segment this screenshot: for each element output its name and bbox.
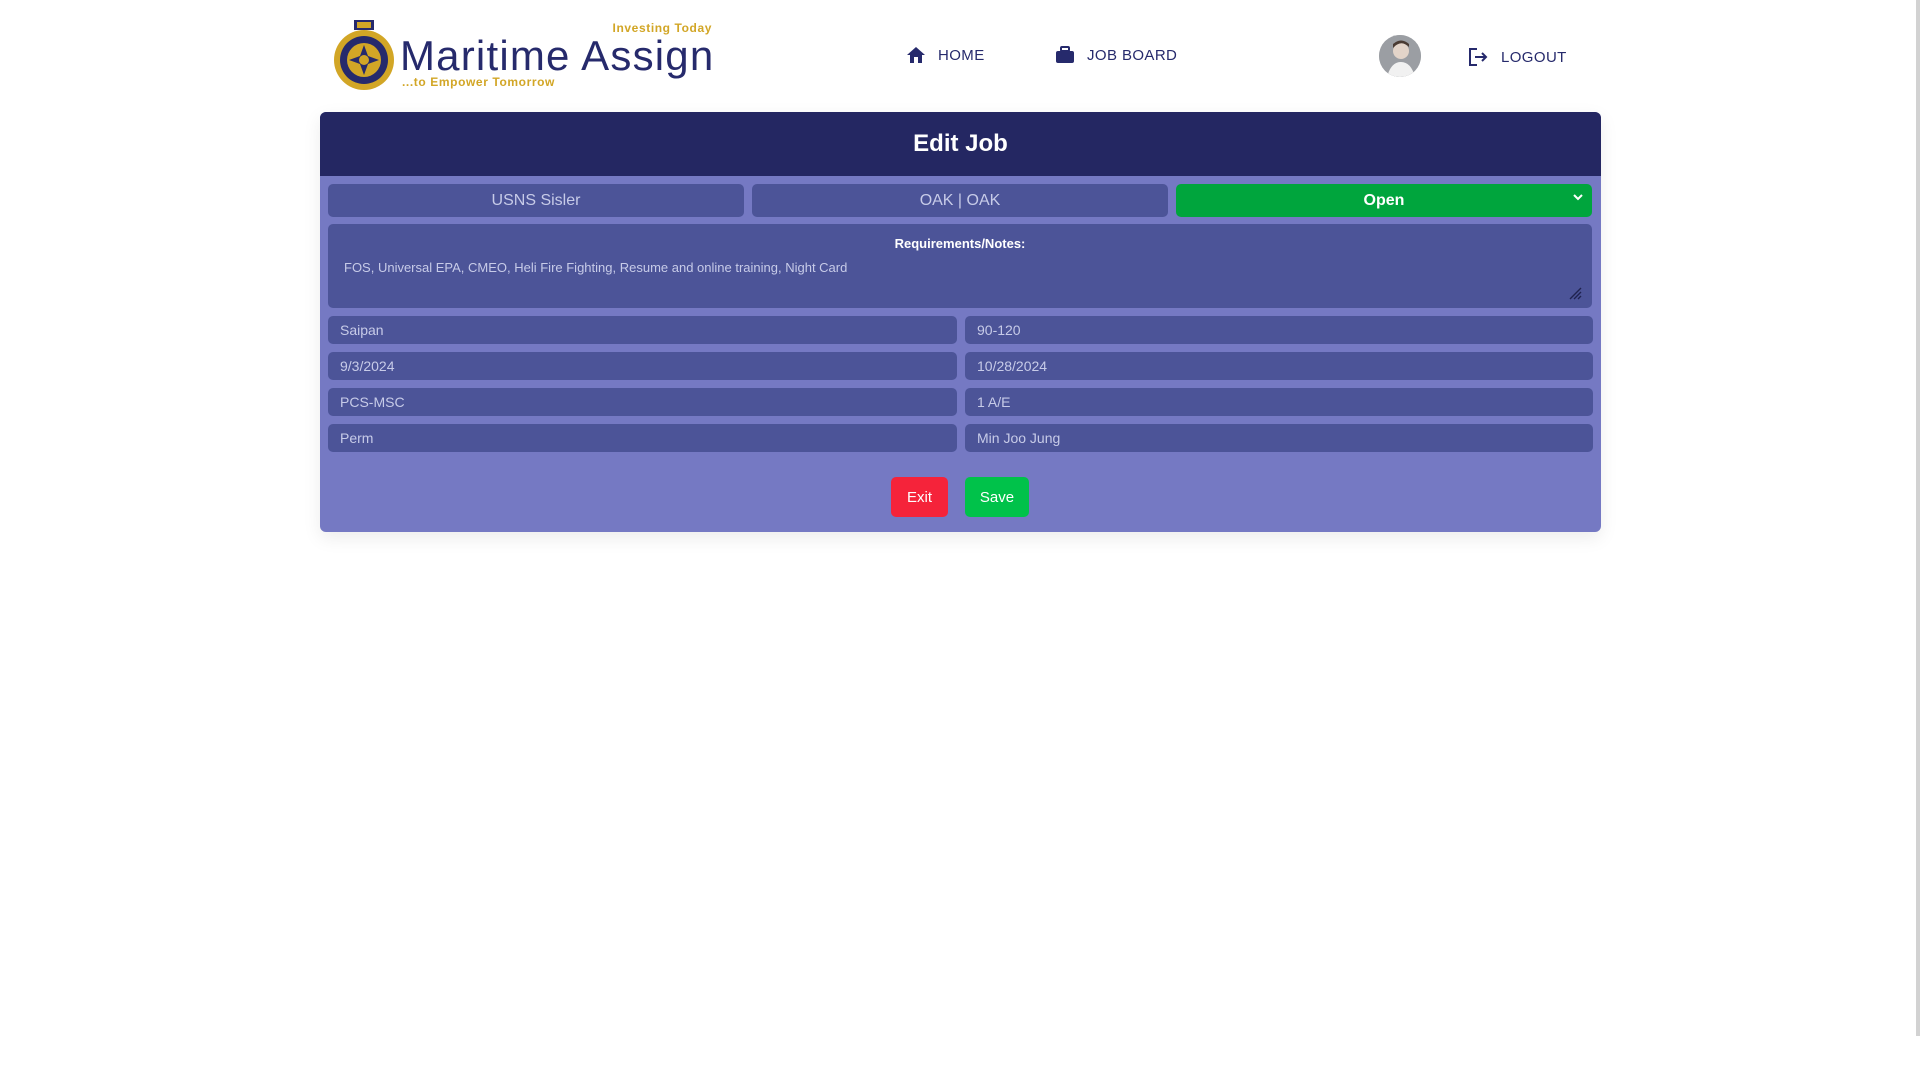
job-type-field[interactable]: PCS-MSC bbox=[328, 388, 957, 416]
status-select[interactable]: Open bbox=[1176, 184, 1592, 217]
resize-handle-icon[interactable] bbox=[1568, 286, 1582, 300]
port-field[interactable]: OAK | OAK bbox=[752, 184, 1168, 217]
nav-job-board-label: JOB BOARD bbox=[1087, 46, 1178, 64]
brand-logo[interactable]: Investing Today Maritime Assign ...to Em… bbox=[332, 18, 715, 94]
assignee-field[interactable]: Min Joo Jung bbox=[965, 424, 1593, 452]
page-title: Edit Job bbox=[913, 130, 1008, 157]
save-button[interactable]: Save bbox=[965, 477, 1029, 517]
chevron-down-icon bbox=[1573, 194, 1583, 201]
requirements-notes-field[interactable]: Requirements/Notes: FOS, Universal EPA, … bbox=[328, 224, 1592, 308]
nav-logout-label: LOGOUT bbox=[1501, 48, 1567, 66]
end-date-field[interactable]: 10/28/2024 bbox=[965, 352, 1593, 380]
scrollbar[interactable] bbox=[1916, 0, 1920, 1036]
edit-job-card: Edit Job USNS Sisler OAK | OAK Open Requ… bbox=[320, 112, 1601, 532]
home-icon bbox=[907, 47, 925, 63]
position-field[interactable]: 1 A/E bbox=[965, 388, 1593, 416]
user-avatar-icon bbox=[1379, 35, 1421, 77]
location-field[interactable]: Saipan bbox=[328, 316, 957, 344]
card-header: Edit Job bbox=[320, 112, 1601, 176]
status-value: Open bbox=[1363, 191, 1405, 209]
nav-home[interactable]: HOME bbox=[906, 46, 985, 64]
emblem-icon bbox=[334, 20, 394, 90]
logo-title: Maritime Assign bbox=[400, 32, 715, 79]
avatar[interactable] bbox=[1379, 35, 1421, 77]
nav-logout[interactable]: LOGOUT bbox=[1467, 47, 1567, 67]
employment-type-field[interactable]: Perm bbox=[328, 424, 957, 452]
logo-tagline-bottom: ...to Empower Tomorrow bbox=[402, 75, 555, 89]
notes-text: FOS, Universal EPA, CMEO, Heli Fire Figh… bbox=[344, 260, 848, 275]
duration-field[interactable]: 90-120 bbox=[965, 316, 1593, 344]
nav-job-board[interactable]: JOB BOARD bbox=[1055, 46, 1177, 64]
logout-icon bbox=[1469, 48, 1488, 66]
ship-field[interactable]: USNS Sisler bbox=[328, 184, 744, 217]
nav-home-label: HOME bbox=[938, 46, 985, 64]
notes-label: Requirements/Notes: bbox=[894, 236, 1026, 251]
start-date-field[interactable]: 9/3/2024 bbox=[328, 352, 957, 380]
exit-button[interactable]: Exit bbox=[891, 477, 948, 517]
briefcase-icon bbox=[1056, 46, 1074, 63]
